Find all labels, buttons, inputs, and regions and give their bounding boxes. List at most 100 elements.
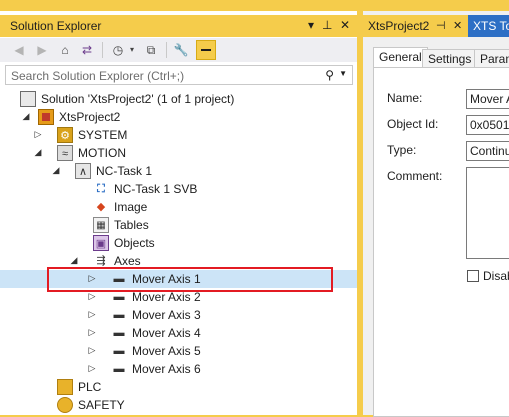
document-window: XtsProject2 ⊣ ✕ XTS To General Settings … (363, 11, 509, 417)
search-solution-explorer-input[interactable]: Search Solution Explorer (Ctrl+;) ⚲ ▼ (5, 65, 353, 85)
tree-item-label: SAFETY (78, 398, 125, 412)
axis-icon: ▬ (113, 363, 125, 375)
solution-explorer-title: Solution Explorer (10, 19, 102, 33)
tree-item-label: PLC (78, 380, 102, 394)
system-gear-icon: ⚙ (57, 127, 73, 143)
back-icon[interactable]: ◀ (12, 42, 26, 58)
tree-item-label: SYSTEM (78, 128, 128, 142)
toolbar-separator (166, 42, 167, 58)
comment-field[interactable] (466, 167, 509, 259)
document-content: General Settings Param Name: Mover Ax Ob… (363, 37, 509, 417)
axis-icon: ▬ (113, 327, 125, 339)
collapse-arrow-icon[interactable]: ◢ (51, 165, 61, 176)
collapse-arrow-icon[interactable]: ◢ (21, 111, 31, 122)
tables-icon: ▦ (93, 217, 109, 233)
solution-icon (20, 91, 36, 107)
pending-changes-filter-icon[interactable]: ◷ (110, 42, 126, 58)
highlight-annotation-box (47, 267, 333, 292)
tree-item-tables[interactable]: ▦ Tables (0, 216, 357, 234)
tree-item-label: Objects (114, 236, 155, 250)
tree-item-label: Mover Axis 4 (132, 326, 201, 340)
tree-item-image[interactable]: ◆ Image (0, 198, 357, 216)
sync-with-active-document-icon[interactable]: ⧉ (143, 42, 159, 58)
tree-item-label: XtsProject2 (59, 110, 121, 124)
expand-arrow-icon[interactable]: ▷ (87, 291, 97, 302)
tab-parameter[interactable]: Param (474, 49, 509, 68)
tree-item-solution[interactable]: Solution 'XtsProject2' (1 of 1 project) (0, 90, 357, 108)
tab-label: Param (480, 52, 509, 66)
tree-item-label: Mover Axis 2 (132, 290, 201, 304)
tree-item-motion[interactable]: ◢ ≈ MOTION (0, 144, 357, 162)
tree-item-label: Axes (114, 254, 141, 268)
solution-explorer-toolbar: ◀ ▶ ⌂ ⇄ ◷ ▾ ⧉ 🔧 (0, 38, 357, 62)
tree-item-label: Mover Axis 5 (132, 344, 201, 358)
tree-item-label: NC-Task 1 (96, 164, 153, 178)
tree-item-objects[interactable]: ▣ Objects (0, 234, 357, 252)
tab-general[interactable]: General (373, 47, 428, 68)
type-field[interactable]: Continuo (466, 141, 509, 161)
solution-explorer-panel: Solution Explorer ▾ ⊥ ✕ ◀ ▶ ⌂ ⇄ ◷ ▾ ⧉ 🔧 … (0, 11, 358, 415)
expand-arrow-icon[interactable]: ▷ (87, 309, 97, 320)
name-label: Name: (387, 91, 423, 105)
solution-explorer-titlebar: Solution Explorer ▾ ⊥ ✕ (0, 15, 357, 37)
object-id-label: Object Id: (387, 117, 439, 131)
axis-icon: ▬ (113, 345, 125, 357)
tab-close-icon[interactable]: ✕ (453, 15, 462, 37)
tab-xts-tool[interactable]: XTS To (468, 15, 509, 37)
tree-item-mover-axis-4[interactable]: ▷ ▬ Mover Axis 4 (0, 324, 357, 342)
tab-label: General (379, 50, 422, 64)
tree-item-label: Mover Axis 3 (132, 308, 201, 322)
tree-item-mover-axis-3[interactable]: ▷ ▬ Mover Axis 3 (0, 306, 357, 324)
collapse-arrow-icon[interactable]: ◢ (33, 147, 43, 158)
nc-task-icon: ∧ (75, 163, 91, 179)
collapse-arrow-icon[interactable]: ◢ (69, 255, 79, 266)
object-id-field[interactable]: 0x05010 (466, 115, 509, 135)
search-options-dropdown-icon[interactable]: ▼ (339, 69, 347, 78)
type-label: Type: (387, 143, 417, 157)
comment-label: Comment: (387, 169, 443, 183)
expand-arrow-icon[interactable]: ▷ (87, 327, 97, 338)
properties-wrench-icon[interactable]: 🔧 (173, 42, 189, 58)
tab-settings[interactable]: Settings (422, 49, 478, 68)
tab-label: Settings (428, 52, 472, 66)
tree-item-mover-axis-6[interactable]: ▷ ▬ Mover Axis 6 (0, 360, 357, 378)
objects-icon: ▣ (93, 235, 109, 251)
plc-icon (57, 379, 73, 395)
expand-arrow-icon[interactable]: ▷ (33, 129, 43, 140)
disable-checkbox[interactable] (467, 270, 479, 282)
window-position-dropdown-icon[interactable]: ▾ (308, 18, 314, 32)
toolbar-separator (102, 42, 103, 58)
home-icon[interactable]: ⌂ (57, 42, 73, 58)
name-field[interactable]: Mover Ax (466, 89, 509, 109)
auto-hide-pin-icon[interactable]: ⊥ (322, 18, 332, 32)
expand-arrow-icon[interactable]: ▷ (87, 345, 97, 356)
image-icon: ◆ (96, 201, 106, 213)
motion-icon: ≈ (57, 145, 73, 161)
tab-pin-icon[interactable]: ⊣ (436, 15, 446, 37)
tree-item-label: Tables (114, 218, 149, 232)
tree-item-label: Solution 'XtsProject2' (1 of 1 project) (41, 92, 235, 106)
tree-item-label: Image (114, 200, 148, 214)
switch-views-icon[interactable]: ⇄ (79, 42, 95, 58)
tab-xtsproject2[interactable]: XtsProject2 ⊣ ✕ (363, 15, 472, 39)
tree-item-project[interactable]: ◢ XtsProject2 (0, 108, 357, 126)
tree-item-plc[interactable]: PLC (0, 378, 357, 396)
tab-label: XtsProject2 (368, 19, 430, 33)
tree-item-safety[interactable]: SAFETY (0, 396, 357, 414)
tree-item-nc-task[interactable]: ◢ ∧ NC-Task 1 (0, 162, 357, 180)
axis-icon: ▬ (113, 309, 125, 321)
forward-icon[interactable]: ▶ (35, 42, 49, 58)
expand-arrow-icon[interactable]: ▷ (87, 363, 97, 374)
tree-item-nc-task-svb[interactable]: ⛶ NC-Task 1 SVB (0, 180, 357, 198)
filter-dropdown-icon[interactable]: ▾ (127, 42, 137, 58)
search-placeholder: Search Solution Explorer (Ctrl+;) (11, 69, 185, 83)
tree-item-mover-axis-5[interactable]: ▷ ▬ Mover Axis 5 (0, 342, 357, 360)
preview-selected-items-icon[interactable] (196, 40, 216, 60)
tree-item-system[interactable]: ▷ ⚙ SYSTEM (0, 126, 357, 144)
search-icon[interactable]: ⚲ (325, 68, 334, 82)
tab-label: XTS To (473, 19, 509, 33)
tree-item-label: Mover Axis 6 (132, 362, 201, 376)
close-icon[interactable]: ✕ (340, 18, 350, 32)
general-properties-panel: Name: Mover Ax Object Id: 0x05010 Type: … (373, 67, 509, 417)
svb-task-icon: ⛶ (97, 183, 105, 195)
